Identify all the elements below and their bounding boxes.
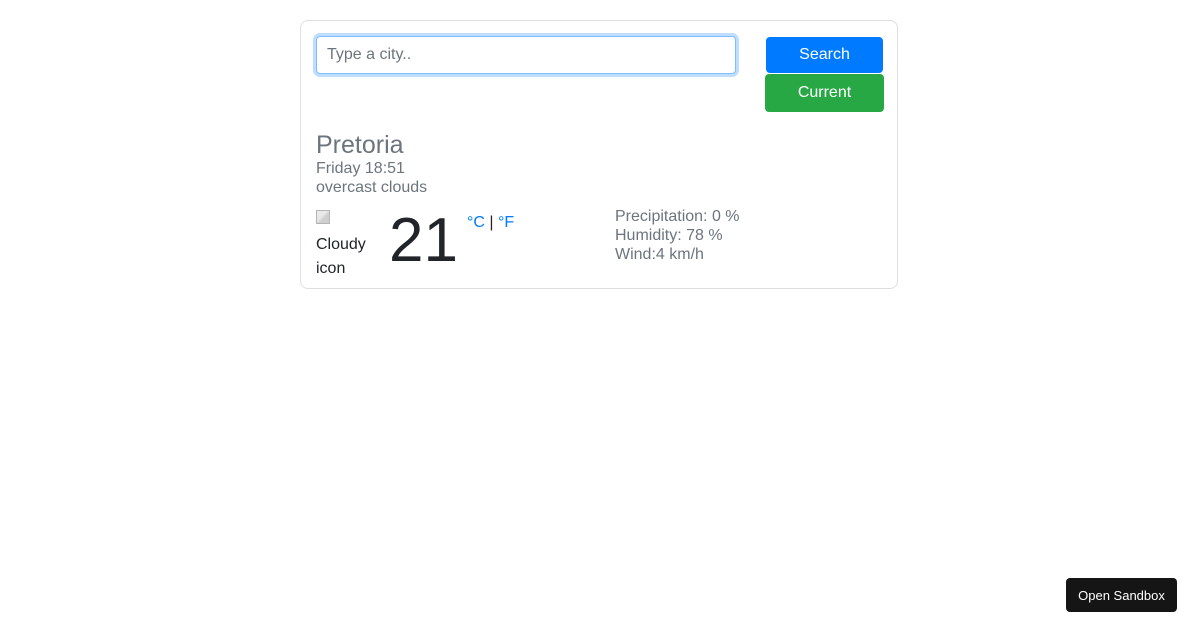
celsius-link[interactable]: °C <box>467 214 485 231</box>
broken-image-icon <box>316 210 330 224</box>
unit-toggle: °C | °F <box>467 213 514 233</box>
date-time: Friday 18:51 <box>316 160 405 177</box>
icon-alt-text-2: icon <box>316 260 346 277</box>
weather-details: Precipitation: 0 % Humidity: 78 % Wind:4… <box>615 207 740 264</box>
current-location-button[interactable]: Current <box>765 74 884 112</box>
temperature-value: 21 <box>389 206 458 275</box>
city-name: Pretoria <box>316 131 404 159</box>
weather-description: overcast clouds <box>316 179 428 196</box>
icon-alt-text: Cloudy <box>316 236 366 253</box>
wind: Wind:4 km/h <box>615 246 704 263</box>
open-sandbox-button[interactable]: Open Sandbox <box>1066 578 1177 612</box>
precipitation: Precipitation: 0 % <box>615 208 740 225</box>
city-search-input[interactable] <box>316 36 736 74</box>
cloudy-icon: Cloudy icon <box>316 209 374 281</box>
weather-card: Search Current Pretoria Friday 18:51 ove… <box>300 20 898 289</box>
search-button[interactable]: Search <box>766 37 883 73</box>
humidity: Humidity: 78 % <box>615 227 723 244</box>
unit-separator: | <box>489 214 494 231</box>
fahrenheit-link[interactable]: °F <box>498 214 514 231</box>
